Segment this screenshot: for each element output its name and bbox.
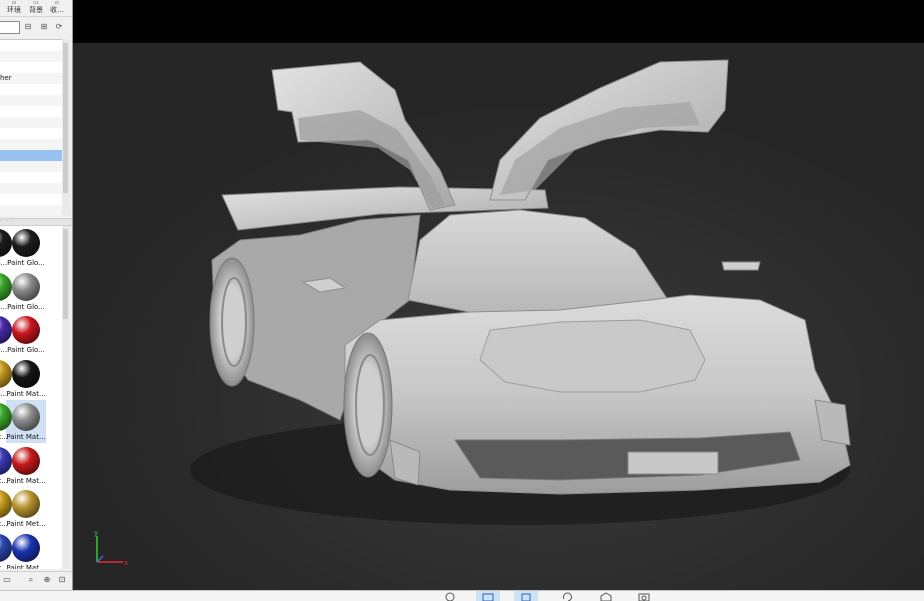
material-swatch[interactable]: Mat... xyxy=(0,444,18,487)
license-plate xyxy=(627,451,719,475)
search-input[interactable] xyxy=(0,21,20,34)
viewport-toolbar xyxy=(0,590,924,601)
library-panel: ▫ 环境 ▭ 背景 ▫ 收… ⊟ ⊞ ⟳ her · · · Paint Glo… xyxy=(0,0,73,590)
material-label: Met... xyxy=(0,563,8,570)
scene-list-item[interactable] xyxy=(0,194,62,205)
material-preview-sphere xyxy=(0,533,12,562)
material-preview-sphere xyxy=(0,229,12,257)
rear-wheel xyxy=(209,257,255,387)
background-tab[interactable]: ▭ 背景 xyxy=(27,0,45,14)
scene-list-item[interactable] xyxy=(0,183,62,194)
scene-list-item[interactable] xyxy=(0,139,62,150)
material-preview-sphere xyxy=(0,446,12,475)
material-label: Glo... xyxy=(0,346,8,354)
scene-list-scrollbar[interactable] xyxy=(62,39,70,215)
environment-tab[interactable]: ▫ 环境 xyxy=(5,0,23,14)
add-icon[interactable]: ⊕ xyxy=(42,574,52,585)
material-swatch[interactable]: Glo... xyxy=(0,270,18,313)
splitter-grip: · · · xyxy=(0,218,15,225)
scene-list-item[interactable] xyxy=(0,51,62,62)
collapse-icon[interactable]: ▭ xyxy=(2,574,12,585)
material-swatch[interactable]: Mat... xyxy=(0,487,18,530)
axis-gizmo: y x xyxy=(94,529,128,567)
folder-icon[interactable]: ⊟ xyxy=(23,22,33,32)
material-preview-sphere xyxy=(0,490,12,518)
material-label: Mat... xyxy=(0,433,8,441)
import-icon[interactable]: ⊡ xyxy=(57,574,67,585)
background-tab-label: 背景 xyxy=(29,6,43,14)
axis-x-label: x xyxy=(124,559,128,567)
material-swatch[interactable]: Mat... xyxy=(0,400,18,443)
material-label: Glo... xyxy=(0,389,8,398)
material-preview-sphere xyxy=(0,272,12,301)
scene-list-item[interactable] xyxy=(0,95,62,106)
hood-vent-panel xyxy=(479,319,706,393)
axis-y-label: y xyxy=(94,529,98,537)
material-grid-scrollbar[interactable] xyxy=(62,226,70,569)
scene-list-item[interactable] xyxy=(0,84,62,95)
material-swatch[interactable]: Glo... xyxy=(0,313,18,356)
library-bottom-toolbar: ▭ ⌕ ⊕ ⊡ xyxy=(0,571,72,588)
favorites-tab-label: 收… xyxy=(50,6,64,14)
material-preview-sphere xyxy=(0,359,12,388)
scene-tree-list: her xyxy=(0,39,62,216)
material-swatch[interactable]: Glo... xyxy=(0,357,18,400)
car-render[interactable] xyxy=(73,0,924,590)
render-viewport[interactable]: y x xyxy=(73,0,924,590)
environment-tab-label: 环境 xyxy=(7,6,21,14)
top-toolbar: ▫ 环境 ▭ 背景 ▫ 收… xyxy=(0,0,72,17)
scene-list-item[interactable] xyxy=(0,205,62,216)
right-mirror xyxy=(721,261,761,271)
panel-splitter[interactable]: · · · xyxy=(0,218,72,226)
material-label: Glo... xyxy=(0,259,8,267)
refresh-icon[interactable]: ⟳ xyxy=(54,22,64,32)
favorites-tab[interactable]: ▫ 收… xyxy=(48,0,66,14)
material-label: Glo... xyxy=(0,302,8,311)
scene-list-item[interactable] xyxy=(0,62,62,73)
scene-list-item[interactable] xyxy=(0,161,62,172)
scene-list-item[interactable] xyxy=(0,150,62,161)
scene-list-item[interactable] xyxy=(0,117,62,128)
scene-list-item[interactable]: her xyxy=(0,73,62,84)
material-label: Mat... xyxy=(0,520,8,528)
material-preview-sphere xyxy=(0,403,12,431)
scene-list-item[interactable] xyxy=(0,172,62,183)
scene-list-item[interactable] xyxy=(0,106,62,117)
material-label: Mat... xyxy=(0,476,8,485)
material-swatch[interactable]: Glo... xyxy=(0,226,18,269)
folder-open-icon[interactable]: ⊞ xyxy=(39,22,49,32)
material-swatch[interactable]: Met... xyxy=(0,531,18,570)
scene-list-item[interactable] xyxy=(0,128,62,139)
material-grid: Paint Glo... Paint Glo... Paint Glo... Pain… xyxy=(0,226,62,569)
search-row: ⊟ ⊞ ⟳ xyxy=(0,19,72,36)
search-icon[interactable]: ⌕ xyxy=(26,574,36,585)
scene-list-item[interactable] xyxy=(0,40,62,51)
material-preview-sphere xyxy=(0,316,12,344)
